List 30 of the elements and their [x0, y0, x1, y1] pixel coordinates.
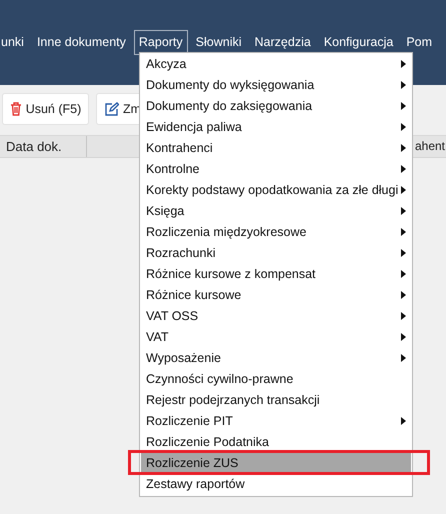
- menu-option[interactable]: Zestawy raportów: [141, 475, 411, 492]
- menu-option[interactable]: Rozliczenie PIT: [141, 412, 411, 429]
- menu-option[interactable]: Czynności cywilno-prawne: [141, 370, 411, 387]
- menu-option[interactable]: Księga: [141, 202, 411, 219]
- menu-option[interactable]: Różnice kursowe z kompensat: [141, 265, 411, 282]
- menu-option[interactable]: Akcyza: [141, 55, 411, 72]
- menu-option[interactable]: Różnice kursowe: [141, 286, 411, 303]
- delete-button[interactable]: Usuń (F5): [2, 93, 89, 125]
- menu-option[interactable]: VAT OSS: [141, 307, 411, 324]
- menu-item[interactable]: Konfiguracja: [318, 30, 398, 55]
- menu-option[interactable]: Rozrachunki: [141, 244, 411, 261]
- menu-item[interactable]: Narzędzia: [250, 30, 316, 55]
- trash-icon: [10, 102, 22, 116]
- menu-option[interactable]: Rejestr podejrzanych transakcji: [141, 391, 411, 408]
- menu-option[interactable]: Dokumenty do wyksięgowania: [141, 76, 411, 93]
- menu-item[interactable]: unki: [0, 30, 29, 55]
- menu-option[interactable]: Wyposażenie: [141, 349, 411, 366]
- column-header[interactable]: Data dok.: [0, 136, 87, 157]
- menu-option[interactable]: Korekty podstawy opodatkowania za złe długi: [141, 181, 411, 198]
- menu-item[interactable]: Słowniki: [190, 30, 247, 55]
- menu-option[interactable]: Rozliczenie ZUS: [141, 452, 411, 473]
- menu-item[interactable]: Pom: [401, 30, 438, 55]
- menu-option[interactable]: Kontrahenci: [141, 139, 411, 156]
- menu-option[interactable]: VAT: [141, 328, 411, 345]
- menu-option[interactable]: Rozliczenia międzyokresowe: [141, 223, 411, 240]
- column-header[interactable]: ahent: [414, 136, 446, 157]
- menu-option[interactable]: Kontrolne: [141, 160, 411, 177]
- menu-option[interactable]: Rozliczenie Podatnika: [141, 433, 411, 450]
- edit-icon: [105, 102, 119, 116]
- menu-item[interactable]: Inne dokumenty: [32, 30, 131, 55]
